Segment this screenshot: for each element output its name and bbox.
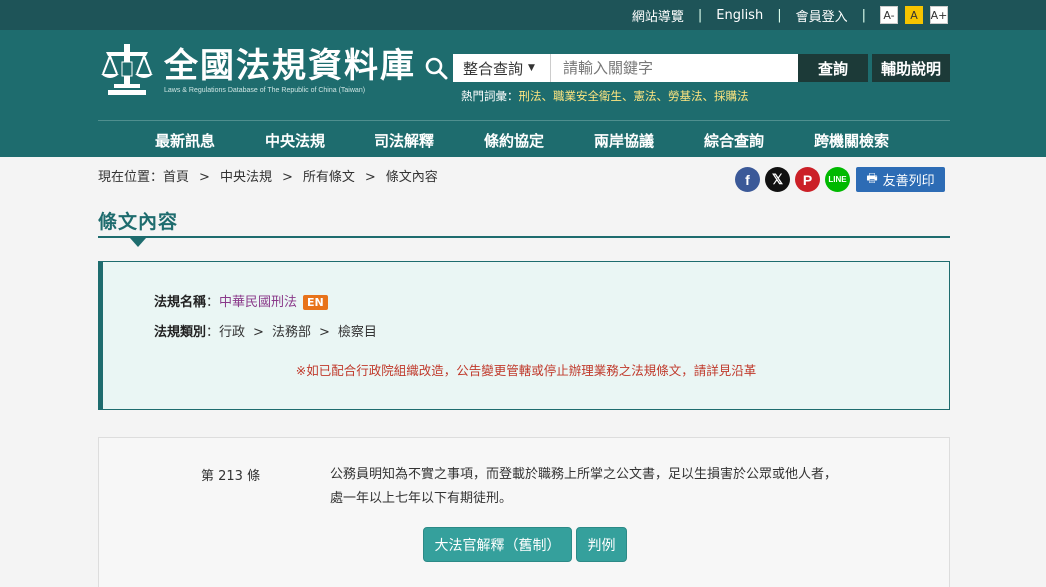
hot-keyword-link[interactable]: 採購法 — [714, 89, 749, 103]
law-category-row: 法規類別：行政 > 法務部 > 檢察目 — [154, 325, 377, 340]
search-input[interactable] — [551, 54, 798, 82]
logo-title: 全國法規資料庫 — [164, 45, 416, 86]
utility-separator: | — [777, 7, 782, 23]
breadcrumb-home[interactable]: 首頁 — [163, 170, 189, 185]
site-header: 全國法規資料庫 Laws & Regulations Database of T… — [0, 30, 1046, 157]
breadcrumb-all-articles[interactable]: 所有條文 — [303, 170, 355, 185]
facebook-icon[interactable]: f — [735, 167, 760, 192]
sitemap-link[interactable]: 網站導覽 — [632, 6, 684, 25]
article-text-line: 公務員明知為不實之事項，而登載於職務上所掌之公文書，足以生損害於公眾或他人者， — [330, 467, 838, 482]
hot-keyword-link[interactable]: 職業安全衛生 — [553, 89, 622, 103]
search-scope-value: 整合查詢 — [463, 59, 524, 78]
x-twitter-icon[interactable]: 𝕏 — [765, 167, 790, 192]
hot-keyword-link[interactable]: 刑法 — [519, 89, 542, 103]
nav-item-cross-agency-search[interactable]: 跨機關檢索 — [814, 130, 889, 151]
judgment-button[interactable]: 判例 — [576, 527, 627, 562]
nav-item-central-laws[interactable]: 中央法規 — [265, 130, 325, 151]
category-level-3: 檢察目 — [337, 325, 377, 340]
article-box: 第 213 條 公務員明知為不實之事項，而登載於職務上所掌之公文書，足以生損害於… — [98, 437, 950, 587]
utility-separator: | — [697, 7, 703, 23]
share-buttons: f 𝕏 P LINE — [735, 167, 855, 192]
help-button[interactable]: 輔助說明 — [872, 54, 950, 82]
main-nav: 最新訊息 中央法規 司法解釋 條約協定 兩岸協議 綜合查詢 跨機關檢索 — [98, 121, 950, 157]
chevron-down-icon: ▼ — [528, 63, 535, 73]
breadcrumb-central-laws[interactable]: 中央法規 — [220, 170, 272, 185]
nav-item-cross-strait[interactable]: 兩岸協議 — [594, 130, 654, 151]
nav-item-news[interactable]: 最新訊息 — [155, 130, 215, 151]
law-info-box: 法規名稱：中華民國刑法 EN 法規類別：行政 > 法務部 > 檢察目 ※如已配合行政院組織… — [98, 261, 950, 410]
search-button[interactable]: 查詢 — [798, 54, 868, 82]
article-text: 公務員明知為不實之事項，而登載於職務上所掌之公文書，足以生損害於公眾或他人者， … — [330, 463, 890, 511]
printer-icon: 🖶 — [866, 171, 878, 185]
site-logo[interactable]: 全國法規資料庫 Laws & Regulations Database of T… — [98, 42, 416, 98]
search-scope-select[interactable]: 整合查詢 ▼ — [453, 54, 551, 82]
font-size-small-button[interactable]: A- — [880, 6, 898, 24]
hot-keyword-link[interactable]: 勞基法 — [668, 89, 703, 103]
logo-text: 全國法規資料庫 Laws & Regulations Database of T… — [164, 46, 416, 95]
title-divider — [98, 236, 950, 238]
nav-item-judicial-interpretation[interactable]: 司法解釋 — [374, 130, 434, 151]
law-name-row: 法規名稱：中華民國刑法 EN — [154, 291, 328, 310]
title-pointer — [130, 238, 146, 247]
nav-item-integrated-search[interactable]: 綜合查詢 — [704, 130, 764, 151]
utility-separator: | — [861, 7, 866, 23]
font-size-medium-button[interactable]: A — [905, 6, 923, 24]
login-link[interactable]: 會員登入 — [796, 6, 848, 25]
category-level-1: 行政 — [219, 325, 246, 340]
article-text-line: 處一年以上七年以下有期徒刑。 — [330, 491, 513, 506]
print-label: 友善列印 — [882, 174, 935, 189]
category-level-2: 法務部 — [271, 325, 311, 340]
font-size-large-button[interactable]: A+ — [930, 6, 948, 24]
law-name-label: 法規名稱 — [154, 295, 207, 310]
breadcrumb-prefix: 現在位置： — [98, 170, 164, 185]
interpretation-button[interactable]: 大法官解釋（舊制） — [423, 527, 572, 562]
page-title: 條文內容 — [98, 211, 179, 233]
article-number: 第 213 條 — [201, 469, 261, 484]
nav-item-treaties[interactable]: 條約協定 — [484, 130, 544, 151]
plurk-icon[interactable]: P — [795, 167, 820, 192]
hot-keyword-link[interactable]: 憲法 — [634, 89, 657, 103]
utility-links: 網站導覽 | English | 會員登入 | A- A A+ — [632, 0, 948, 30]
reorganization-notice: ※如已配合行政院組織改造，公告變更管轄或停止辦理業務之法規條文，請詳見沿革 — [295, 363, 757, 378]
hot-keywords-label: 熱門詞彙： — [461, 89, 519, 103]
top-utility-bar: 網站導覽 | English | 會員登入 | A- A A+ — [0, 0, 1046, 30]
law-name-link[interactable]: 中華民國刑法 — [219, 295, 297, 310]
logo-subtitle: Laws & Regulations Database of The Repub… — [164, 86, 366, 94]
search-icon — [425, 57, 448, 80]
scales-of-justice-icon — [101, 44, 153, 95]
breadcrumb-current: 條文內容 — [385, 170, 438, 185]
english-version-badge[interactable]: EN — [303, 295, 328, 310]
hot-keywords: 熱門詞彙：刑法、職業安全衛生、憲法、勞基法、採購法 — [461, 89, 749, 103]
law-category-label: 法規類別 — [154, 325, 207, 340]
print-button[interactable]: 🖶 友善列印 — [856, 167, 945, 192]
english-link[interactable]: English — [716, 8, 763, 23]
breadcrumb: 現在位置：首頁 > 中央法規 > 所有條文 > 條文內容 — [98, 170, 438, 185]
line-icon[interactable]: LINE — [825, 167, 850, 192]
